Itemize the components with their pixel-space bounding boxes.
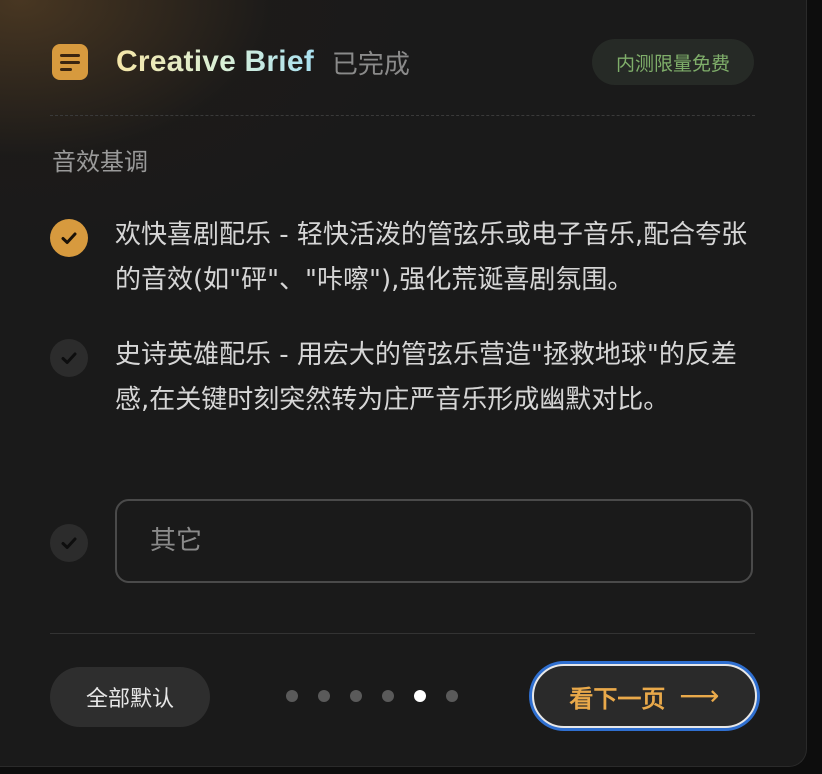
page-dot-4[interactable] [382, 690, 394, 702]
card-title: Creative Brief [116, 45, 314, 78]
page-dot-1[interactable] [286, 690, 298, 702]
next-page-button[interactable]: 看下一页 ⟶ [532, 664, 757, 728]
completion-status: 已完成 [331, 49, 410, 80]
page-dot-6[interactable] [446, 690, 458, 702]
option-text: 欢快喜剧配乐 - 轻快活泼的管弦乐或电子音乐,配合夸张的音效(如"砰"、"咔嚓"… [115, 220, 748, 295]
option-comedy-music[interactable]: 欢快喜剧配乐 - 轻快活泼的管弦乐或电子音乐,配合夸张的音效(如"砰"、"咔嚓"… [50, 217, 755, 303]
checkmark-icon[interactable] [50, 339, 88, 377]
arrow-right-icon: ⟶ [679, 679, 720, 712]
footer-divider [50, 633, 755, 634]
page-dot-5[interactable] [414, 690, 426, 702]
checkmark-icon[interactable] [50, 219, 88, 257]
option-epic-music[interactable]: 史诗英雄配乐 - 用宏大的管弦乐营造"拯救地球"的反差感,在关键时刻突然转为庄严… [50, 337, 755, 423]
page-dot-3[interactable] [350, 690, 362, 702]
use-all-defaults-button[interactable]: 全部默认 [50, 667, 210, 727]
creative-brief-card: Creative Brief 已完成 内测限量免费 音效基调 欢快喜剧配乐 - … [0, 0, 807, 767]
page-dot-2[interactable] [318, 690, 330, 702]
section-label: 音效基调 [52, 148, 148, 176]
header-divider [50, 115, 755, 116]
option-text: 史诗英雄配乐 - 用宏大的管弦乐营造"拯救地球"的反差感,在关键时刻突然转为庄严… [115, 340, 737, 415]
beta-free-badge: 内测限量免费 [591, 39, 754, 85]
option-other-check[interactable] [50, 522, 88, 562]
card-header: Creative Brief 已完成 内测限量免费 [52, 38, 754, 86]
other-input[interactable] [115, 499, 753, 583]
next-page-label: 看下一页 [569, 684, 666, 713]
checkmark-icon[interactable] [50, 524, 88, 562]
pagination-dots [286, 690, 458, 702]
document-icon [52, 44, 88, 80]
